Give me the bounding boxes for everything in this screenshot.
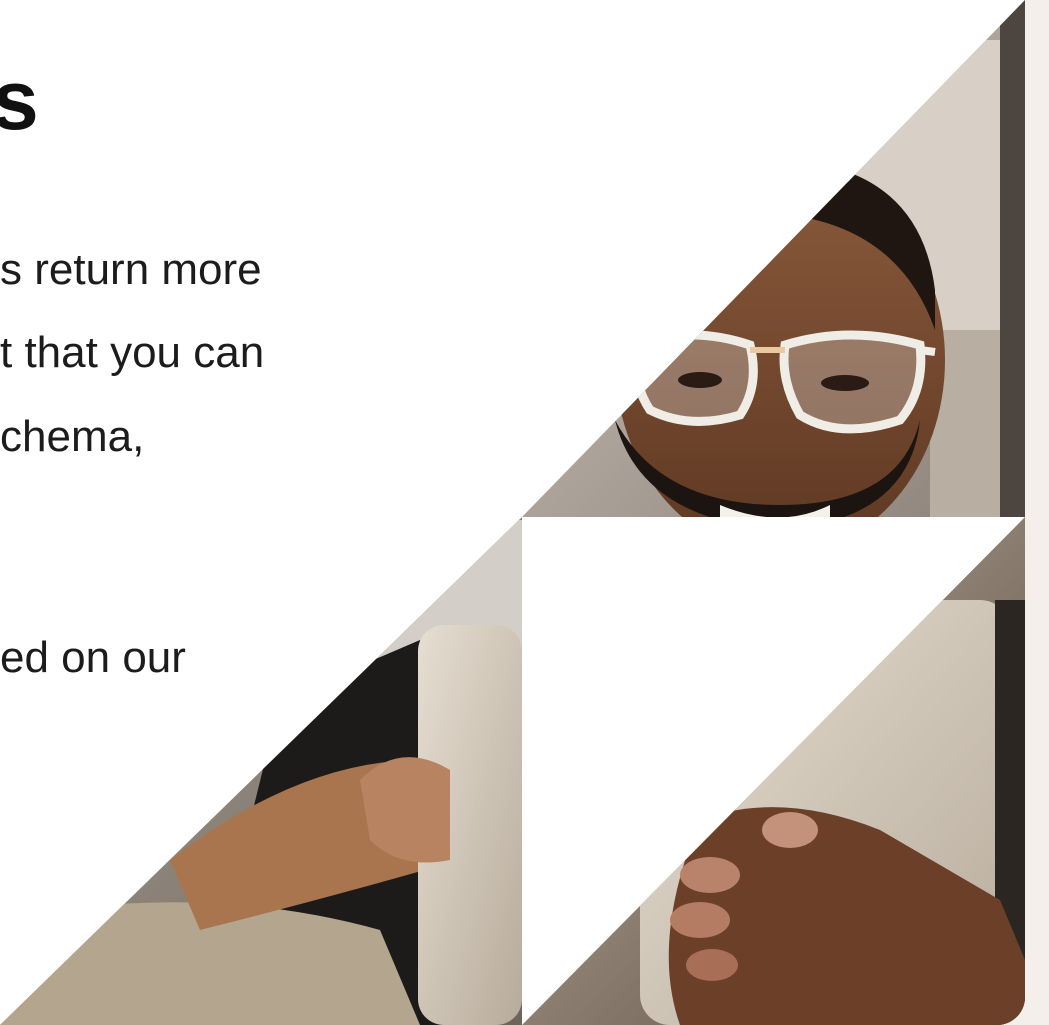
content-card: s s return more t that you can chema, ed… (0, 0, 1025, 1025)
hero-image-collage (0, 0, 1025, 1025)
hands-holding-tablet-photo (0, 517, 522, 1025)
man-with-glasses-photo (522, 0, 1025, 517)
tablet-closeup-photo (522, 517, 1025, 1025)
